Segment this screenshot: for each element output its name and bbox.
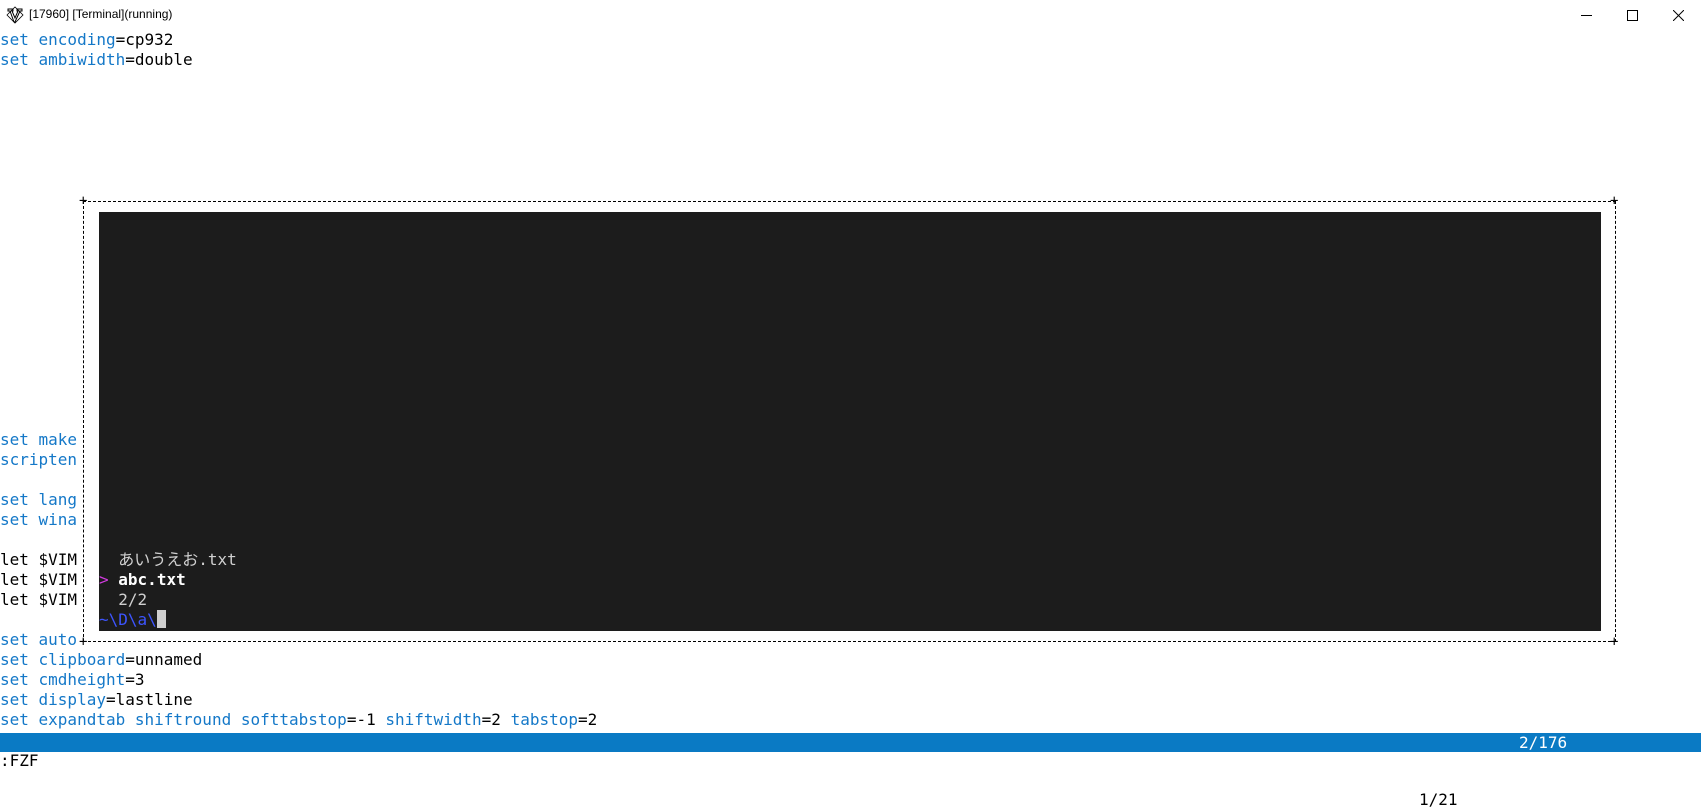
minimize-icon bbox=[1580, 14, 1592, 16]
status-line: \Users\naru1\.vimrc 2/176 bbox=[0, 733, 1701, 771]
popup-corner: + bbox=[79, 193, 88, 209]
command-line[interactable]: :FZF bbox=[0, 751, 39, 771]
title-bar: [17960] [Terminal](running) bbox=[0, 0, 1701, 30]
fzf-popup[interactable]: あいうえお.txt > abc.txt 2/2 ~\D\a\ bbox=[99, 212, 1601, 631]
text-cursor bbox=[156, 610, 166, 628]
popup-corner: + bbox=[79, 634, 88, 650]
buffer-line: set ambiwidth=double bbox=[0, 50, 193, 69]
buffer-line: set expandtab shiftround softtabstop=-1 … bbox=[0, 710, 598, 729]
maximize-icon bbox=[1626, 9, 1638, 21]
maximize-button[interactable] bbox=[1609, 0, 1655, 30]
buffer-line: set encoding=cp932 bbox=[0, 30, 174, 49]
buffer-line: let $VIM bbox=[0, 590, 78, 609]
close-icon bbox=[1672, 9, 1684, 21]
fzf-pointer: > bbox=[99, 570, 109, 589]
fzf-count: 2/2 bbox=[118, 590, 148, 609]
buffer-line: set auto bbox=[0, 630, 78, 649]
buffer-line: set display=lastline bbox=[0, 690, 193, 709]
minimize-button[interactable] bbox=[1563, 0, 1609, 30]
buffer-line: scripten bbox=[0, 450, 78, 469]
buffer-line: set make bbox=[0, 430, 78, 449]
ruler: 1/21 bbox=[1419, 790, 1458, 809]
fzf-prompt-line[interactable]: ~\D\a\ bbox=[99, 610, 166, 630]
buffer-line: set wina bbox=[0, 510, 78, 529]
close-button[interactable] bbox=[1655, 0, 1701, 30]
buffer-line: let $VIM bbox=[0, 570, 78, 589]
status-file-path: \Users\naru1\.vimrc bbox=[19, 752, 203, 771]
fzf-prompt: ~\D\a\ bbox=[99, 610, 157, 629]
popup-corner: + bbox=[1610, 634, 1619, 650]
buffer-line: set lang bbox=[0, 490, 78, 509]
buffer-line: set clipboard=unnamed bbox=[0, 650, 203, 669]
fzf-item[interactable]: あいうえお.txt bbox=[99, 550, 237, 570]
popup-corner: + bbox=[1610, 193, 1619, 209]
window-title: [17960] [Terminal](running) bbox=[29, 7, 173, 21]
status-position: 2/176 bbox=[1519, 733, 1568, 752]
buffer-line: let $VIM bbox=[0, 550, 78, 569]
vim-icon bbox=[6, 6, 24, 24]
fzf-item-selected[interactable]: > abc.txt bbox=[99, 570, 186, 590]
buffer-line: set cmdheight=3 bbox=[0, 670, 145, 689]
